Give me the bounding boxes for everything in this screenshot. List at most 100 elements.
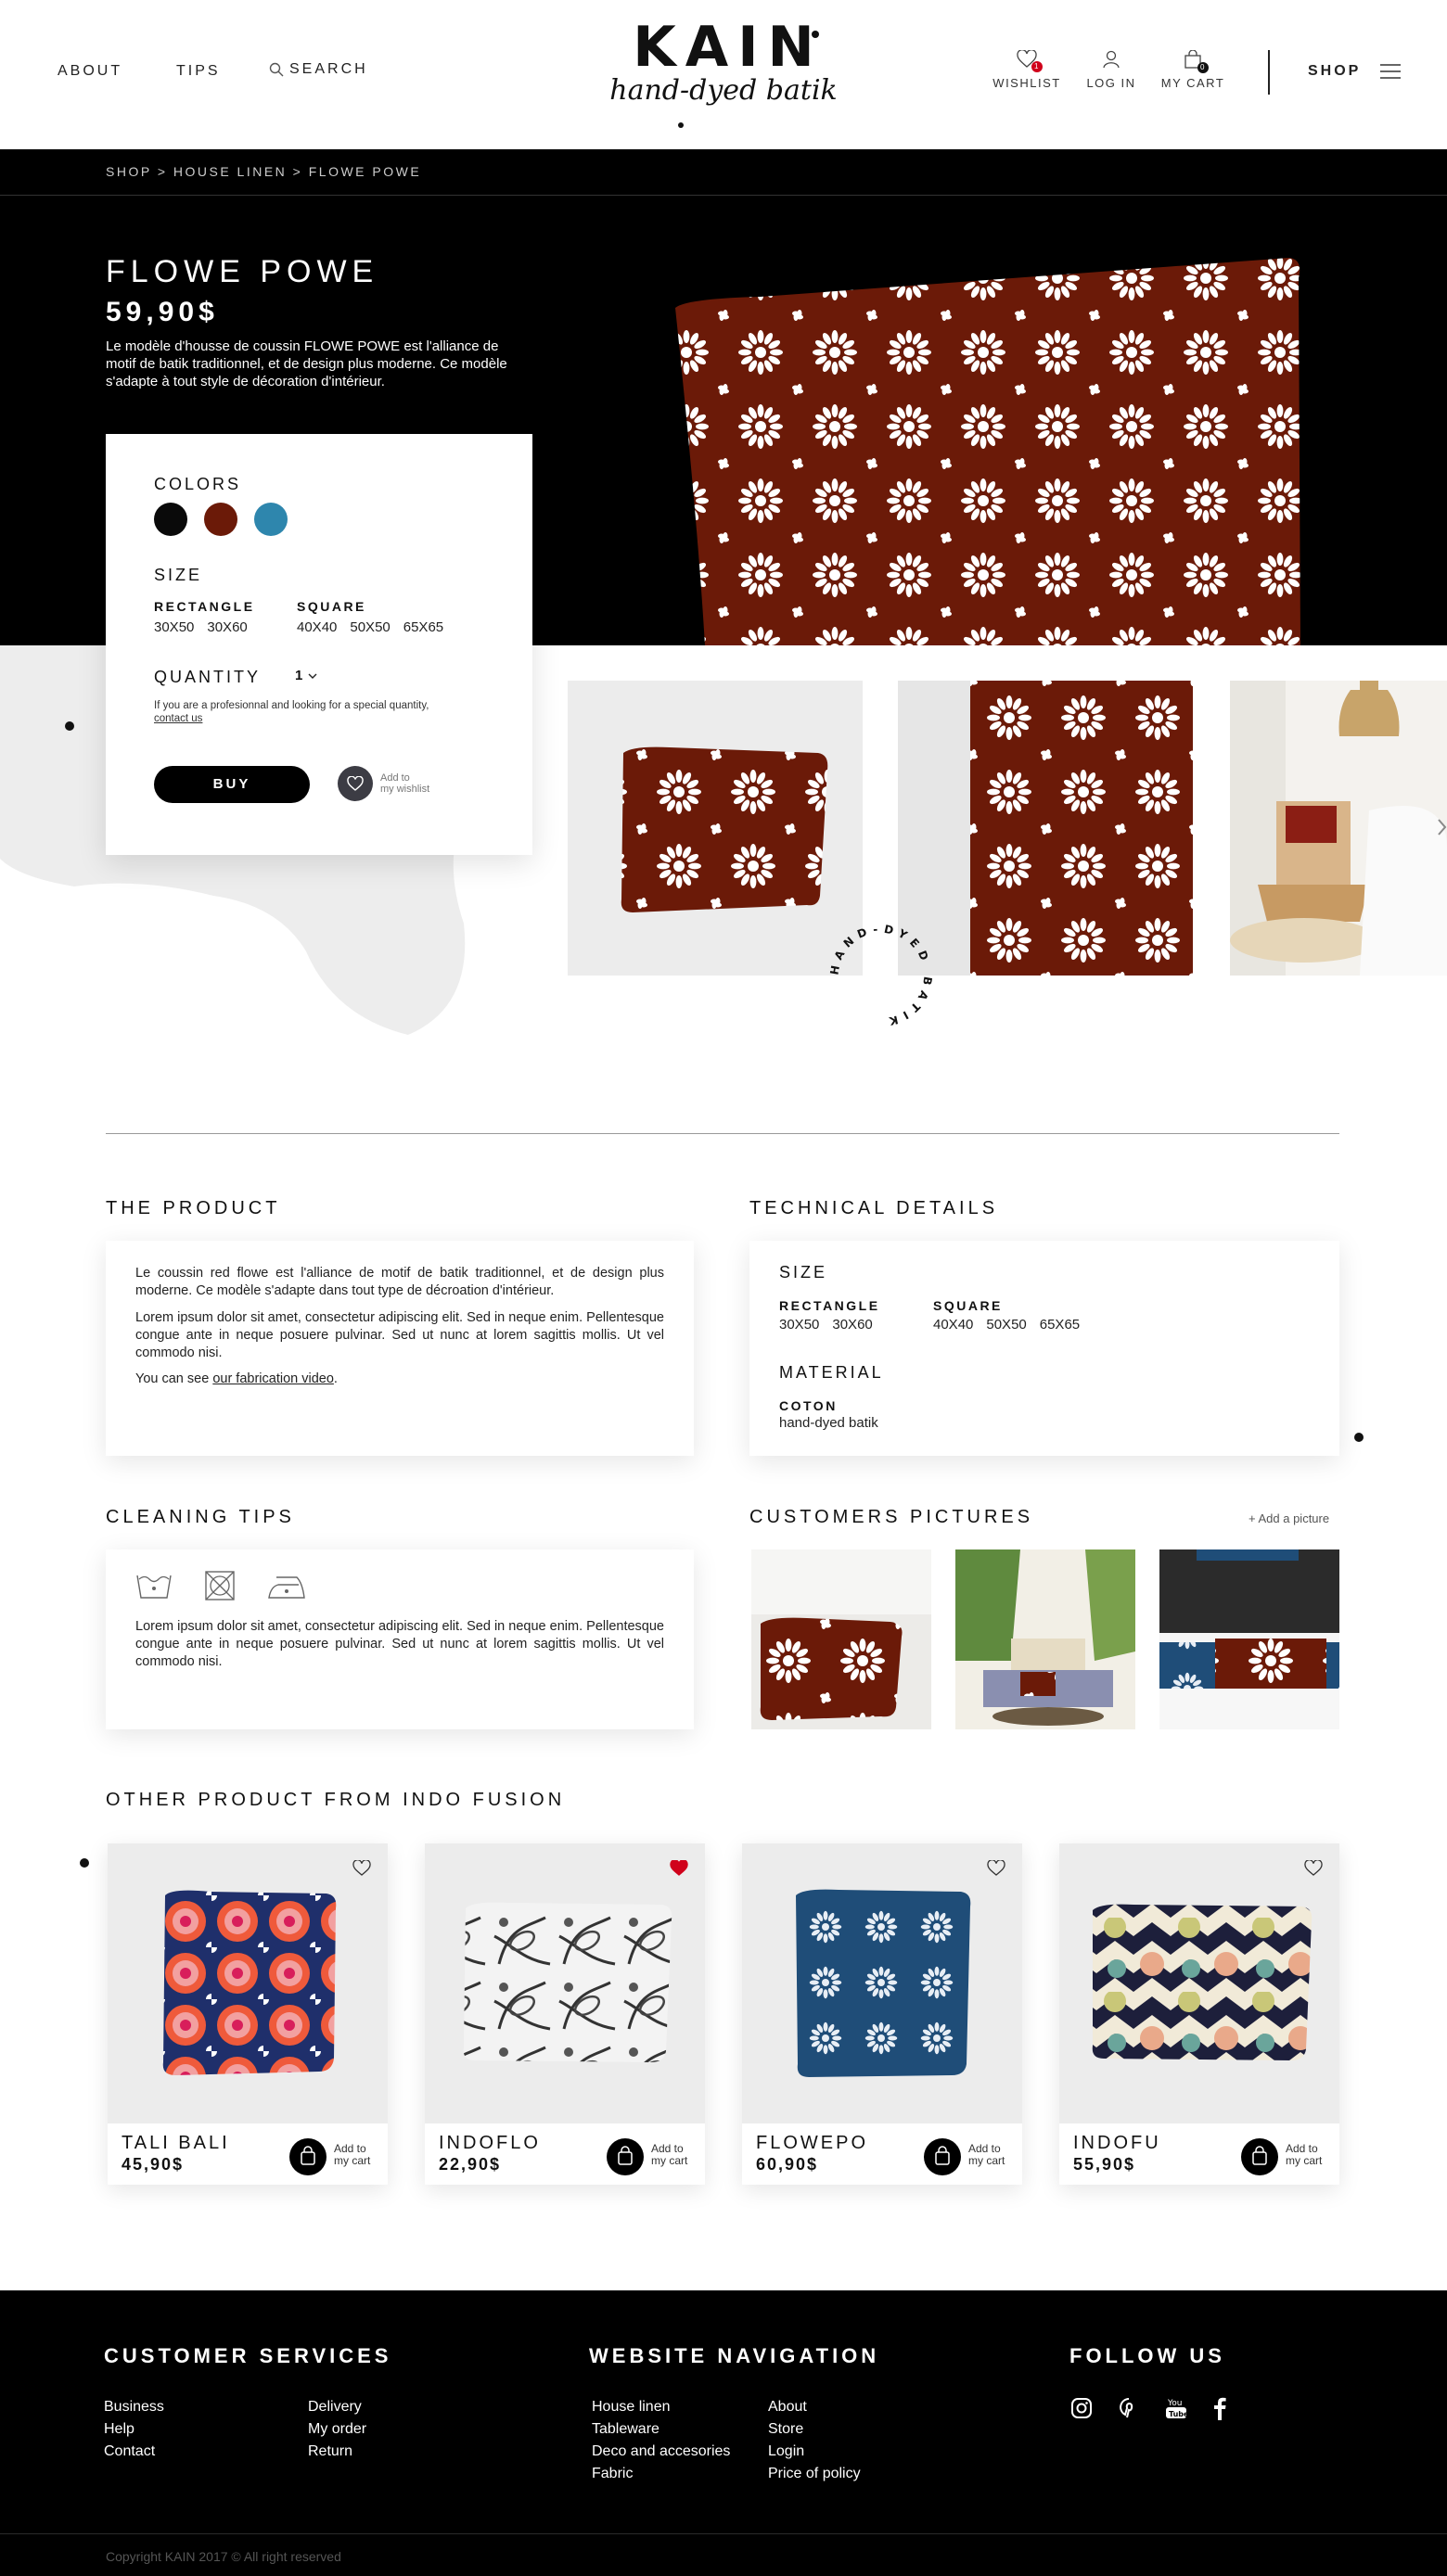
header-divider — [1268, 50, 1270, 95]
color-swatch-blue[interactable] — [254, 503, 288, 536]
product-card-flowepo[interactable]: FLOWEPO 60,90$ Add to my cart — [742, 1843, 1022, 2185]
customers-pictures-title: CUSTOMERS PICTURES — [749, 1507, 1034, 1527]
customer-picture-2[interactable] — [955, 1549, 1135, 1729]
tech-size-option: 50X50 — [986, 1317, 1027, 1333]
no-tumble-dry-icon — [205, 1571, 235, 1600]
color-swatch-red[interactable] — [204, 503, 237, 536]
product-card-indoflo[interactable]: INDOFLO 22,90$ Add to my cart — [425, 1843, 705, 2185]
contact-us-link[interactable]: contact us — [154, 713, 202, 724]
product-name: INDOFLO — [439, 2133, 541, 2153]
gallery-thumb-1[interactable] — [568, 681, 863, 976]
footer-link[interactable]: Price of policy — [768, 2463, 861, 2485]
footer-link[interactable]: About — [768, 2396, 861, 2418]
product-title: FLOWE POWE — [106, 254, 379, 289]
gallery-thumb-3[interactable] — [1230, 681, 1447, 976]
logo-word: KAIN — [633, 15, 824, 80]
buy-button[interactable]: BUY — [154, 766, 310, 803]
add-picture-link[interactable]: + Add a picture — [1249, 1511, 1329, 1525]
tech-size-option: 30X50 — [779, 1317, 820, 1333]
add-to-cart-button[interactable] — [1241, 2138, 1278, 2175]
wishlist-add-line2: my wishlist — [380, 784, 430, 795]
footer-link[interactable]: House linen — [592, 2396, 730, 2418]
product-price: 60,90$ — [756, 2155, 819, 2174]
footer-link[interactable]: Store — [768, 2418, 861, 2441]
website-navigation-title: WEBSITE NAVIGATION — [589, 2344, 880, 2367]
footer-link[interactable]: Login — [768, 2441, 861, 2463]
footer-link[interactable]: Tableware — [592, 2418, 730, 2441]
product-card-indofu[interactable]: INDOFU 55,90$ Add to my cart — [1059, 1843, 1339, 2185]
footer-link[interactable]: Return — [308, 2441, 366, 2463]
footer-link[interactable]: Business — [104, 2396, 164, 2418]
size-option[interactable]: 30X60 — [207, 619, 247, 635]
product-paragraph-3: You can see our fabrication video. — [135, 1371, 664, 1388]
tech-size-option: 40X40 — [933, 1317, 974, 1333]
instagram-icon[interactable] — [1070, 2397, 1093, 2419]
product-price: 55,90$ — [1073, 2155, 1136, 2174]
search-icon — [269, 62, 284, 77]
heart-icon[interactable] — [1304, 1860, 1323, 1877]
tech-size-option: 30X60 — [832, 1317, 873, 1333]
pillow-front-image — [621, 746, 828, 912]
heart-icon[interactable] — [352, 1860, 371, 1877]
shopping-bag-icon — [935, 2146, 950, 2165]
size-option[interactable]: 40X40 — [297, 619, 337, 635]
cart-label: MY CART — [1160, 76, 1225, 90]
quantity-select[interactable]: 1 — [295, 668, 317, 683]
hamburger-menu-icon[interactable] — [1380, 63, 1401, 80]
youtube-icon[interactable]: You Tube — [1165, 2396, 1187, 2420]
customer-picture-3[interactable] — [1159, 1549, 1339, 1729]
size-option[interactable]: 30X50 — [154, 619, 194, 635]
product-card-tali-bali[interactable]: TALI BALI 45,90$ Add to my cart — [108, 1843, 388, 2185]
breadcrumb[interactable]: SHOP > HOUSE LINEN > FLOWE POWE — [106, 164, 421, 179]
the-product-card: Le coussin red flowe est l'alliance de m… — [106, 1241, 694, 1456]
hand-dyed-batik-stamp: HAND-DYED BATIK — [827, 923, 928, 1029]
copyright: Copyright KAIN 2017 © All right reserved — [106, 2549, 341, 2564]
stamp-text: HAND-DYED BATIK — [827, 923, 928, 1029]
footer-link[interactable]: Contact — [104, 2441, 164, 2463]
site-logo[interactable]: KAIN hand-dyed batik — [603, 15, 844, 135]
fabrication-video-link[interactable]: our fabrication video — [212, 1371, 334, 1386]
add-to-cart-button[interactable] — [924, 2138, 961, 2175]
colors-label: COLORS — [154, 475, 242, 493]
video-suffix: . — [333, 1371, 338, 1386]
add-to-cart-label: Add to my cart — [1286, 2142, 1323, 2167]
shopping-bag-icon — [1252, 2146, 1267, 2165]
footer-link[interactable]: My order — [308, 2418, 366, 2441]
heart-icon[interactable] — [987, 1860, 1005, 1877]
wishlist-link[interactable]: 1 WISHLIST — [985, 50, 1069, 90]
color-swatch-black[interactable] — [154, 503, 187, 536]
heart-icon — [347, 776, 364, 791]
footer-link[interactable]: Help — [104, 2418, 164, 2441]
add-to-wishlist-button[interactable]: Add to my wishlist — [338, 766, 429, 801]
logo-dot — [812, 31, 819, 38]
pinterest-icon[interactable] — [1119, 2397, 1139, 2419]
size-option[interactable]: 50X50 — [350, 619, 390, 635]
footer-link[interactable]: Fabric — [592, 2463, 730, 2485]
shop-menu-label[interactable]: SHOP — [1308, 63, 1361, 80]
tech-size-square: SQUARE — [933, 1298, 1003, 1313]
login-link[interactable]: LOG IN — [1069, 50, 1153, 90]
size-label: SIZE — [154, 566, 203, 584]
footer-link[interactable]: Deco and accesories — [592, 2441, 730, 2463]
wishlist-label: WISHLIST — [992, 76, 1061, 90]
facebook-icon[interactable] — [1213, 2396, 1226, 2420]
heart-filled-icon[interactable] — [670, 1860, 688, 1877]
nav-tips[interactable]: TIPS — [176, 63, 221, 80]
color-swatches — [154, 503, 288, 536]
nav-about[interactable]: ABOUT — [58, 63, 122, 80]
search-button[interactable]: SEARCH — [269, 61, 368, 78]
customer-picture-1[interactable] — [751, 1549, 931, 1729]
footer-link[interactable]: Delivery — [308, 2396, 366, 2418]
decor-dot — [65, 721, 74, 731]
tech-size-option: 65X65 — [1039, 1317, 1081, 1333]
product-paragraph-1: Le coussin red flowe est l'alliance de m… — [135, 1266, 664, 1298]
material-description: hand-dyed batik — [779, 1415, 878, 1431]
site-header: ABOUT TIPS SEARCH KAIN hand-dyed batik 1… — [0, 0, 1447, 149]
add-to-cart-button[interactable] — [289, 2138, 327, 2175]
gallery-thumb-2[interactable] — [898, 681, 1193, 976]
size-option[interactable]: 65X65 — [403, 619, 443, 635]
product-options-card: COLORS SIZE RECTANGLE 30X50 30X60 SQUARE… — [106, 434, 532, 855]
cart-link[interactable]: 0 MY CART — [1151, 50, 1235, 90]
material-name: COTON — [779, 1398, 838, 1413]
add-to-cart-button[interactable] — [607, 2138, 644, 2175]
